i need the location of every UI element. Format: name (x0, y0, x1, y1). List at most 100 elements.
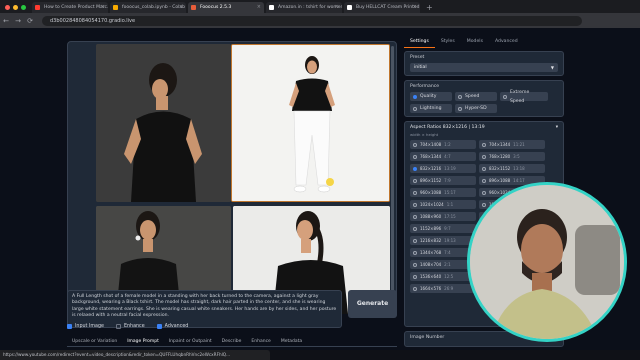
aspect-ratio-option[interactable]: 832×1152 13:18 (479, 164, 545, 173)
aspect-ratio-option[interactable]: 1344×768 7:4 (410, 248, 476, 257)
aspect-ratio-value: 9:7 (444, 226, 451, 231)
aspect-size: 1344×768 (420, 250, 442, 255)
browser-tab[interactable]: How to Create Product Marc... × (32, 2, 108, 13)
enhance-checkbox[interactable]: Enhance (115, 324, 145, 329)
aspect-ratio-option[interactable]: 960×1088 15:17 (410, 188, 476, 197)
aspect-ratio-option[interactable]: 832×1216 13:19 (410, 164, 476, 173)
aspect-size: 896×1088 (489, 178, 511, 183)
gallery-scrollbar[interactable] (391, 46, 394, 296)
generate-button[interactable]: Generate (348, 290, 397, 318)
radio-icon (413, 286, 417, 291)
aspect-ratio-option[interactable]: 1216×832 19:13 (410, 236, 476, 245)
close-window-icon[interactable] (5, 5, 10, 10)
aspect-ratio-value: 13:19 (444, 166, 456, 171)
performance-speed[interactable]: Speed (455, 92, 497, 101)
aspect-size: 768×1280 (489, 154, 511, 159)
tab-close-icon[interactable]: × (257, 2, 261, 13)
radio-icon (413, 178, 417, 183)
aspect-size: 832×1152 (489, 166, 511, 171)
aspect-ratio-option[interactable]: 1152×896 9:7 (410, 224, 476, 233)
aspect-ratio-value: 15:17 (444, 190, 456, 195)
maximize-window-icon[interactable] (21, 5, 26, 10)
radio-icon (482, 166, 486, 171)
preset-select[interactable]: initial ▼ (410, 63, 558, 72)
prompt-input[interactable]: A Full Length shot of a female model in … (67, 290, 342, 328)
checkbox-checked-icon (67, 324, 72, 329)
forward-icon[interactable]: → (12, 17, 24, 25)
tab-label: Buy HELLCAT Cream Printed... (356, 5, 420, 10)
aspect-ratio-label: Aspect Ratios 832×1216 | 13:19 (410, 125, 485, 130)
browser-tab[interactable]: Buy HELLCAT Cream Printed... × (344, 2, 420, 13)
aspect-ratio-header[interactable]: Aspect Ratios 832×1216 | 13:19 ▾ (410, 125, 558, 130)
aspect-ratio-sublabel: width × height (410, 132, 439, 137)
collapse-icon[interactable]: ▾ (556, 125, 558, 130)
aspect-ratio-option[interactable]: 704×1344 11:21 (479, 140, 545, 149)
browser-tab[interactable]: fooocus_colab.ipynb - Colab × (110, 2, 186, 13)
url-field[interactable]: d3b002848084054170.gradio.live (42, 15, 582, 26)
aspect-size: 1216×832 (420, 238, 442, 243)
browser-tab[interactable]: Amazon.in : tshirt for women × (266, 2, 342, 13)
minimize-window-icon[interactable] (13, 5, 18, 10)
performance-radios: Quality Speed Extreme Speed Lightning Hy… (410, 90, 558, 113)
radio-icon (413, 250, 417, 255)
checkbox-unchecked-icon (115, 324, 121, 329)
advanced-checkbox[interactable]: Advanced (156, 324, 188, 329)
radio-icon (413, 262, 417, 267)
aspect-ratio-value: 1:1 (446, 202, 454, 207)
aspect-size: 1536×640 (420, 274, 442, 279)
tab-close-icon[interactable]: × (413, 2, 417, 13)
aspect-ratio-value: 4:7 (444, 154, 451, 159)
aspect-ratio-value: 1:2 (444, 142, 451, 147)
new-tab-button[interactable]: + (422, 3, 437, 13)
radio-icon (413, 142, 417, 147)
aspect-ratio-option[interactable]: 1536×640 12:5 (410, 272, 476, 281)
aspect-size: 960×1088 (420, 190, 442, 195)
tab-favicon-icon (113, 5, 118, 10)
image-gallery (67, 41, 397, 314)
aspect-ratio-value: 26:9 (444, 286, 454, 291)
aspect-size: 896×1152 (420, 178, 442, 183)
radio-icon (503, 94, 507, 99)
performance-extreme-speed[interactable]: Extreme Speed (500, 90, 548, 104)
input-image-checkbox[interactable]: Input Image (67, 324, 104, 329)
radio-icon (413, 106, 417, 111)
aspect-size: 1152×896 (420, 226, 442, 231)
aspect-ratio-option[interactable]: 1024×1024 1:1 (410, 200, 476, 209)
tab-styles[interactable]: Styles (435, 38, 461, 48)
tab-label: How to Create Product Marc... (44, 5, 108, 10)
aspect-ratio-option[interactable]: 704×1408 1:2 (410, 140, 476, 149)
gallery-image-1[interactable] (96, 44, 231, 202)
aspect-ratio-option[interactable]: 1664×576 26:9 (410, 284, 476, 293)
performance-block: Performance Quality Speed Extreme Speed … (404, 80, 564, 117)
browser-tab[interactable]: Fooocus 2.5.3 × (188, 2, 264, 13)
preset-label: Preset (410, 55, 425, 60)
back-icon[interactable]: ← (0, 17, 12, 25)
aspect-ratio-value: 2:1 (444, 262, 451, 267)
performance-hyper-sd[interactable]: Hyper-SD (455, 104, 497, 113)
tab-close-icon[interactable]: × (101, 2, 105, 13)
reload-icon[interactable]: ⟳ (24, 17, 36, 25)
radio-icon (482, 190, 486, 195)
tab-label: Fooocus 2.5.3 (200, 5, 232, 10)
performance-lightning[interactable]: Lightning (410, 104, 452, 113)
aspect-size: 768×1344 (420, 154, 442, 159)
radio-icon (413, 226, 417, 231)
tab-favicon-icon (269, 5, 274, 10)
radio-icon (482, 154, 486, 159)
aspect-ratio-value: 19:13 (444, 238, 456, 243)
aspect-ratio-option[interactable]: 896×1152 7:9 (410, 176, 476, 185)
preset-value: initial (414, 65, 427, 70)
aspect-ratio-option[interactable]: 1088×960 17:15 (410, 212, 476, 221)
aspect-ratio-option[interactable]: 768×1280 3:5 (479, 152, 545, 161)
performance-quality[interactable]: Quality (410, 92, 452, 101)
aspect-ratio-option[interactable]: 768×1344 4:7 (410, 152, 476, 161)
tab-settings[interactable]: Settings (404, 38, 435, 48)
tab-advanced[interactable]: Advanced (489, 38, 524, 48)
aspect-ratio-value: 14:17 (513, 178, 525, 183)
tab-models[interactable]: Models (461, 38, 489, 48)
tab-close-icon[interactable]: × (179, 2, 183, 13)
gallery-image-2-selected[interactable] (231, 44, 390, 202)
radio-icon (413, 238, 417, 243)
tab-close-icon[interactable]: × (335, 2, 339, 13)
radio-selected-icon (413, 94, 417, 99)
